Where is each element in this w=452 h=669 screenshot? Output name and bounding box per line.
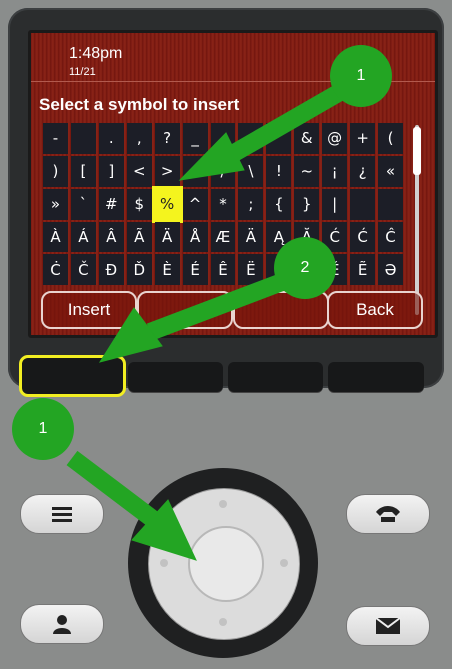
annotation-badge-1-top: 1 xyxy=(330,45,392,107)
symbol-cell[interactable]: « xyxy=(378,155,403,187)
softkey-insert[interactable]: Insert xyxy=(41,291,137,329)
handset-icon xyxy=(376,506,400,522)
contacts-icon xyxy=(53,615,71,634)
symbol-cell[interactable]: » xyxy=(43,188,68,220)
hardware-softkey-3[interactable] xyxy=(228,362,323,392)
symbol-cell[interactable]: Ẽ xyxy=(350,254,376,286)
nav-right-dot xyxy=(280,559,288,567)
status-date: 11/21 xyxy=(69,66,96,78)
softkey-back[interactable]: Back xyxy=(327,291,423,329)
symbol-cell[interactable]: Å xyxy=(182,221,208,253)
symbol-cell[interactable]: & xyxy=(294,123,320,154)
symbol-cell[interactable]: ? xyxy=(154,123,180,154)
annotation-badge-2: 2 xyxy=(274,237,336,299)
symbol-cell[interactable]: ~ xyxy=(294,155,320,187)
symbol-cell[interactable]: { xyxy=(266,188,292,220)
handset-button[interactable] xyxy=(346,494,430,534)
softkey-bar: Insert Back xyxy=(37,291,423,329)
symbol-cell[interactable]: [ xyxy=(70,155,96,187)
symbol-cell[interactable]: Æ xyxy=(210,221,236,253)
symbol-cell[interactable] xyxy=(238,123,264,154)
symbol-cell[interactable] xyxy=(210,123,236,154)
symbol-cell[interactable]: ; xyxy=(238,188,264,220)
screen-title: Select a symbol to insert xyxy=(39,95,240,114)
symbol-cell[interactable]: } xyxy=(294,188,320,220)
nav-left-dot xyxy=(160,559,168,567)
symbol-cell[interactable]: Ĉ xyxy=(378,221,403,253)
symbol-cell[interactable]: $ xyxy=(126,188,152,220)
symbol-cell[interactable] xyxy=(350,188,376,220)
symbol-cell[interactable]: ^ xyxy=(182,188,208,220)
symbol-cell-selected[interactable]: % xyxy=(151,185,183,223)
symbol-cell[interactable]: Á xyxy=(70,221,96,253)
symbol-cell[interactable]: É xyxy=(182,254,208,286)
symbol-grid: -.,? _ & @ +()[] < > / \! ~ ¡ ¿ «» ` # $% ^ *;{} | À Á Â Ã Ä Å Æ Ä… xyxy=(43,123,403,318)
symbol-cell[interactable]: Ê xyxy=(210,254,236,286)
symbol-cell[interactable]: È xyxy=(154,254,180,286)
symbol-cell[interactable]: Ë xyxy=(238,254,264,286)
symbol-cell[interactable]: Ə xyxy=(378,254,403,286)
symbol-cell[interactable] xyxy=(70,123,96,154)
annotation-badge-1-bottom: 1 xyxy=(12,398,74,460)
symbol-cell[interactable]: Ä xyxy=(238,221,264,253)
symbol-cell[interactable]: ) xyxy=(43,155,68,187)
nav-down-dot xyxy=(219,618,227,626)
status-time: 1:48pm xyxy=(69,45,123,62)
symbol-cell[interactable]: Č xyxy=(70,254,96,286)
symbol-cell[interactable]: Ċ xyxy=(43,254,68,286)
symbol-cell[interactable]: < xyxy=(126,155,152,187)
symbol-cell[interactable]: , xyxy=(126,123,152,154)
symbol-cell[interactable]: Â xyxy=(98,221,124,253)
symbol-cell[interactable]: À xyxy=(43,221,68,253)
select-button[interactable] xyxy=(188,526,264,602)
symbol-cell[interactable]: * xyxy=(210,188,236,220)
nav-up-dot xyxy=(219,500,227,508)
symbol-cell[interactable]: _ xyxy=(182,123,208,154)
contacts-button[interactable] xyxy=(20,604,104,644)
symbol-cell[interactable] xyxy=(266,123,292,154)
softkey-2[interactable] xyxy=(137,291,233,329)
symbol-cell[interactable]: | xyxy=(322,188,348,220)
symbol-cell[interactable]: ( xyxy=(378,123,403,154)
symbol-cell[interactable]: Ć xyxy=(350,221,376,253)
symbol-cell[interactable]: Đ xyxy=(98,254,124,286)
symbol-cell[interactable]: / xyxy=(210,155,236,187)
hardware-softkey-1[interactable] xyxy=(19,355,126,397)
symbol-cell[interactable]: > xyxy=(154,155,180,187)
symbol-cell[interactable]: + xyxy=(350,123,376,154)
symbol-cell[interactable]: ! xyxy=(266,155,292,187)
symbol-cell[interactable]: . xyxy=(98,123,124,154)
symbol-cell[interactable]: \ xyxy=(238,155,264,187)
hardware-softkey-4[interactable] xyxy=(328,362,424,392)
symbol-cell[interactable]: ` xyxy=(70,188,96,220)
mail-button[interactable] xyxy=(346,606,430,646)
mail-icon xyxy=(375,617,401,634)
symbol-cell[interactable]: Ď xyxy=(126,254,152,286)
symbol-cell[interactable] xyxy=(378,188,403,220)
menu-icon xyxy=(52,507,72,522)
symbol-cell[interactable] xyxy=(182,155,208,187)
symbol-cell[interactable]: @ xyxy=(322,123,348,154)
hardware-softkey-2[interactable] xyxy=(128,362,223,392)
symbol-cell[interactable]: # xyxy=(98,188,124,220)
hardware-softkeys xyxy=(19,355,426,397)
symbol-cell[interactable]: ¡ xyxy=(322,155,348,187)
menu-button[interactable] xyxy=(20,494,104,534)
symbol-cell[interactable]: ¿ xyxy=(350,155,376,187)
symbol-cell[interactable]: Ä xyxy=(154,221,180,253)
symbol-cell[interactable]: - xyxy=(43,123,68,154)
scrollbar-thumb[interactable] xyxy=(413,127,421,175)
symbol-cell[interactable]: Ã xyxy=(126,221,152,253)
symbol-cell[interactable]: ] xyxy=(98,155,124,187)
